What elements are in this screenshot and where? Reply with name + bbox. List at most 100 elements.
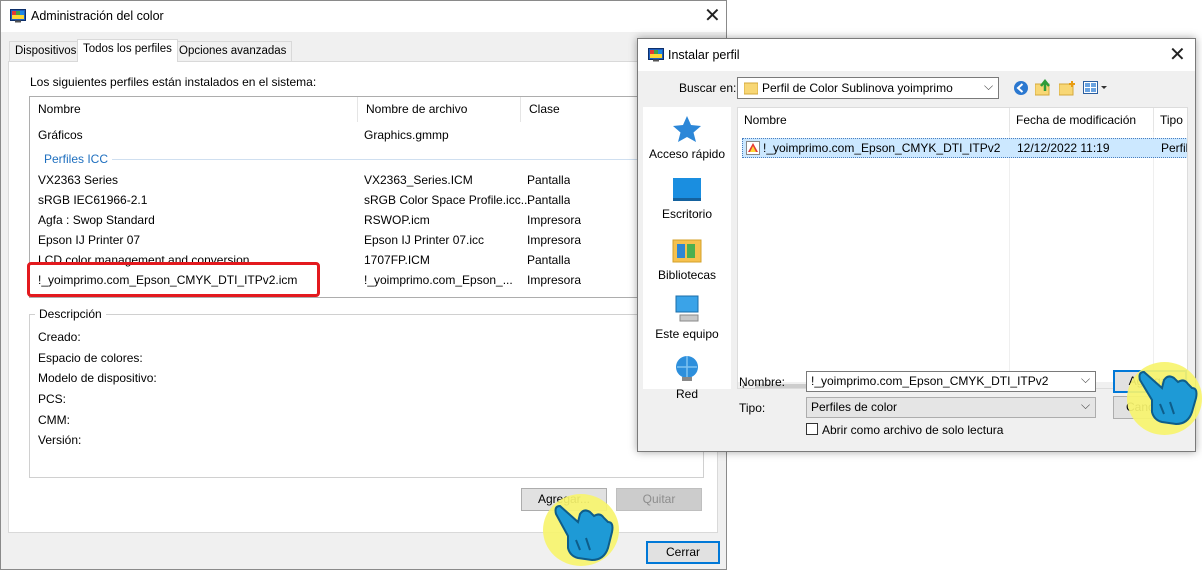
- remove-profile-button[interactable]: Quitar: [616, 488, 702, 511]
- chevron-down-icon[interactable]: ⌵: [1081, 398, 1090, 413]
- filename-value: !_yoimprimo.com_Epson_CMYK_DTI_ITPv2: [811, 374, 1049, 388]
- column-header-type[interactable]: Tipo: [1154, 108, 1187, 132]
- folder-icon: [744, 81, 758, 95]
- places-bar: Acceso rápido Escritorio Bibliotecas Est…: [643, 107, 731, 401]
- pointing-hand-icon: [554, 500, 616, 564]
- profile-file: 1707FP.ICM: [364, 253, 430, 267]
- column-header-name[interactable]: Nombre: [30, 97, 358, 122]
- list-item[interactable]: Agfa : Swop Standard RSWOP.icm Impresora: [30, 210, 708, 230]
- title-bar: Administración del color ✕: [1, 1, 726, 32]
- new-folder-icon[interactable]: [1059, 80, 1076, 96]
- profile-name: Gráficos: [38, 128, 83, 142]
- title-bar: Instalar perfil ✕: [638, 39, 1195, 71]
- description-box: [29, 314, 704, 478]
- computer-icon: [672, 295, 702, 323]
- group-label: Perfiles ICC: [44, 152, 109, 166]
- view-menu-icon[interactable]: [1083, 80, 1109, 96]
- tab-all-profiles[interactable]: Todos los perfiles: [77, 39, 178, 62]
- place-label: Este equipo: [655, 327, 719, 341]
- color-management-window: Administración del color ✕ Dispositivos …: [0, 0, 727, 570]
- chevron-down-icon[interactable]: ⌵: [1081, 372, 1090, 387]
- tab-advanced[interactable]: Opciones avanzadas: [173, 41, 293, 61]
- cmm-label: CMM:: [38, 413, 70, 427]
- close-icon[interactable]: ✕: [1169, 45, 1186, 65]
- close-button[interactable]: Cerrar: [646, 541, 720, 564]
- profile-file: sRGB Color Space Profile.icc...: [364, 193, 531, 207]
- list-item[interactable]: Epson IJ Printer 07 Epson IJ Printer 07.…: [30, 230, 708, 250]
- filetype-value: Perfiles de color: [811, 400, 898, 414]
- list-item[interactable]: Gráficos Graphics.gmmp: [30, 125, 708, 145]
- list-item[interactable]: !_yoimprimo.com_Epson_CMYK_DTI_ITPv2.icm…: [30, 270, 708, 290]
- place-quick-access[interactable]: Acceso rápido: [643, 115, 731, 161]
- back-icon[interactable]: [1013, 80, 1029, 96]
- file-type: Perfil: [1161, 141, 1188, 155]
- sort-up-icon: ^: [870, 107, 875, 114]
- filename-label: Nombre:: [739, 375, 786, 389]
- libraries-icon: [672, 236, 702, 264]
- profile-name: Epson IJ Printer 07: [38, 233, 141, 247]
- profile-name: sRGB IEC61966-2.1: [38, 193, 148, 207]
- icc-file-icon: [746, 141, 760, 155]
- profile-class: Impresora: [527, 233, 582, 247]
- column-divider: [1009, 132, 1010, 384]
- lookin-value: Perfil de Color Sublinova yoimprimo: [762, 81, 953, 95]
- pointing-hand-icon: [1138, 368, 1200, 428]
- network-icon: [672, 355, 702, 383]
- place-label: Bibliotecas: [657, 268, 717, 282]
- intro-text: Los siguientes perfiles están instalados…: [30, 75, 317, 89]
- desktop-icon: [672, 177, 702, 203]
- version-label: Versión:: [38, 433, 82, 447]
- list-item[interactable]: sRGB IEC61966-2.1 sRGB Color Space Profi…: [30, 190, 708, 210]
- filetype-select[interactable]: Perfiles de color: [806, 397, 1096, 418]
- group-header: Perfiles ICC: [30, 149, 708, 169]
- app-icon: [648, 47, 664, 63]
- profile-file: Graphics.gmmp: [364, 128, 449, 142]
- install-profile-dialog: Instalar perfil ✕ Buscar en: Perfil de C…: [637, 38, 1196, 452]
- up-folder-icon[interactable]: [1035, 79, 1051, 96]
- column-header-filename[interactable]: Nombre de archivo: [358, 97, 521, 122]
- profile-class: Impresora: [527, 213, 582, 227]
- readonly-checkbox[interactable]: [806, 423, 818, 435]
- pcs-label: PCS:: [38, 392, 67, 406]
- tab-devices[interactable]: Dispositivos: [9, 41, 83, 61]
- profile-file: RSWOP.icm: [364, 213, 430, 227]
- lookin-combo[interactable]: Perfil de Color Sublinova yoimprimo ⌵: [737, 77, 999, 99]
- file-list[interactable]: Nombre ^ Fecha de modificación Tipo !_yo…: [737, 107, 1188, 389]
- lookin-label: Buscar en:: [679, 81, 737, 95]
- place-network[interactable]: Red: [643, 355, 731, 401]
- created-label: Creado:: [38, 330, 81, 344]
- group-divider: [112, 159, 702, 160]
- file-row[interactable]: !_yoimprimo.com_Epson_CMYK_DTI_ITPv2 12/…: [742, 138, 1188, 158]
- star-icon: [672, 115, 702, 143]
- close-icon[interactable]: ✕: [704, 6, 721, 26]
- color-space-label: Espacio de colores:: [38, 351, 143, 365]
- file-date: 12/12/2022 11:19: [1017, 141, 1110, 155]
- place-desktop[interactable]: Escritorio: [643, 177, 731, 221]
- profile-file: VX2363_Series.ICM: [364, 173, 473, 187]
- file-name: !_yoimprimo.com_Epson_CMYK_DTI_ITPv2: [763, 141, 1001, 155]
- list-item[interactable]: LCD color management and conversion 1707…: [30, 250, 708, 270]
- profile-name: VX2363 Series: [38, 173, 119, 187]
- profile-list[interactable]: Nombre Nombre de archivo Clase Gráficos …: [29, 96, 709, 298]
- profile-class: Pantalla: [527, 173, 571, 187]
- place-this-pc[interactable]: Este equipo: [643, 295, 731, 341]
- profile-name: Agfa : Swop Standard: [38, 213, 155, 227]
- filename-input[interactable]: !_yoimprimo.com_Epson_CMYK_DTI_ITPv2: [806, 371, 1096, 392]
- list-item[interactable]: VX2363 Series VX2363_Series.ICM Pantalla: [30, 170, 708, 190]
- place-libraries[interactable]: Bibliotecas: [643, 236, 731, 282]
- readonly-label: Abrir como archivo de solo lectura: [822, 423, 1004, 437]
- place-label: Acceso rápido: [648, 147, 726, 161]
- profile-class: Pantalla: [527, 193, 571, 207]
- profile-class: Impresora: [527, 273, 582, 287]
- chevron-down-icon: ⌵: [984, 79, 994, 93]
- description-legend: Descripción: [35, 307, 106, 321]
- column-header-date[interactable]: Fecha de modificación: [1010, 108, 1154, 132]
- dialog-title: Instalar perfil: [668, 48, 740, 62]
- profile-name: !_yoimprimo.com_Epson_CMYK_DTI_ITPv2.icm: [38, 273, 298, 287]
- profile-file: Epson IJ Printer 07.icc: [364, 233, 485, 247]
- device-model-label: Modelo de dispositivo:: [38, 371, 157, 385]
- window-title: Administración del color: [31, 9, 164, 23]
- place-label: Escritorio: [661, 207, 712, 221]
- place-label: Red: [675, 387, 698, 401]
- column-divider: [1153, 132, 1154, 384]
